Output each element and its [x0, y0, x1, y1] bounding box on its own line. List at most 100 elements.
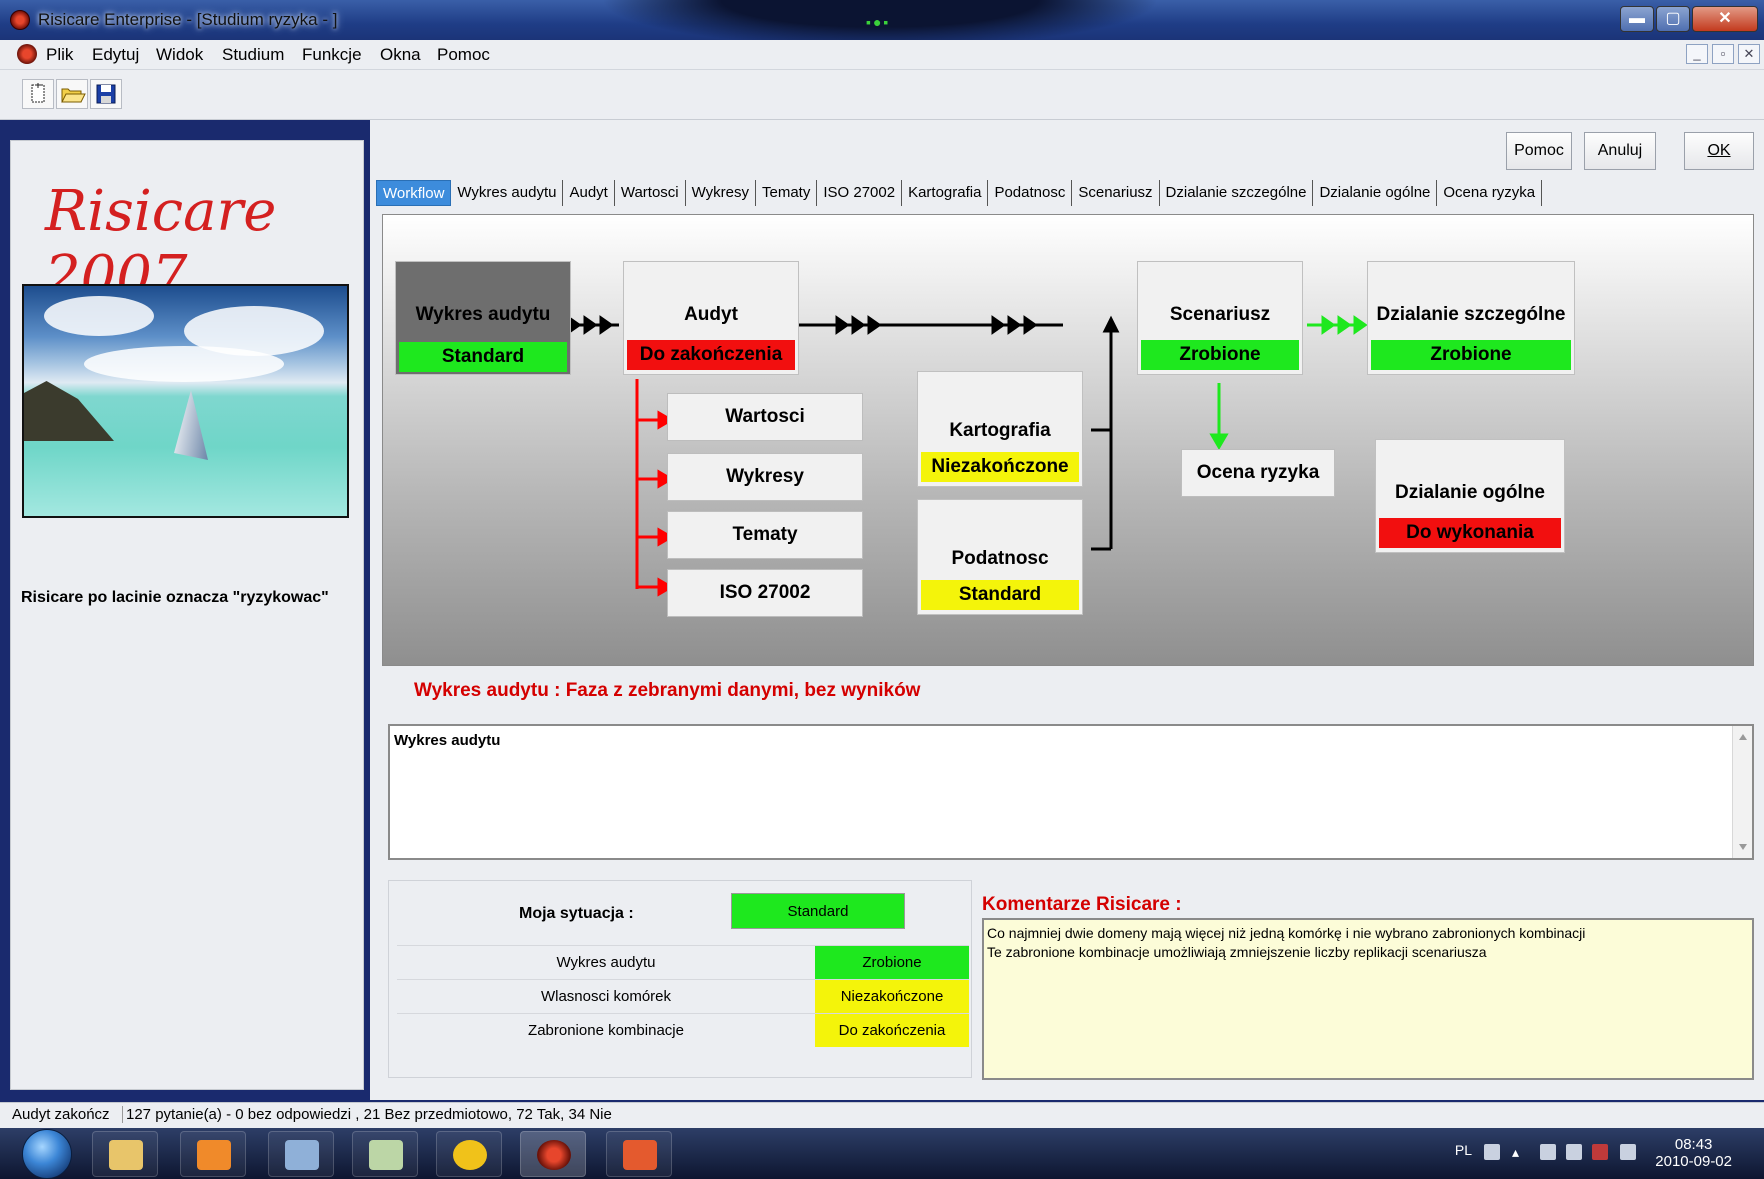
- document-icon[interactable]: [17, 44, 37, 64]
- taskbar-risicare[interactable]: [520, 1131, 586, 1177]
- comment-line: Te zabronione kombinacje umożliwiają zmn…: [987, 944, 1487, 960]
- taskbar-document-app[interactable]: [352, 1131, 418, 1177]
- system-tray: PL ▴ 08:43 2010-09-02: [1434, 1128, 1764, 1179]
- taskbar-network-app[interactable]: [268, 1131, 334, 1177]
- tab-audyt[interactable]: Audyt: [563, 180, 615, 206]
- situation-row-value: Zrobione: [815, 946, 969, 979]
- tab-podatnosc[interactable]: Podatnosc: [988, 180, 1073, 206]
- situation-value: Standard: [731, 893, 905, 929]
- clock[interactable]: 08:43 2010-09-02: [1655, 1136, 1732, 1170]
- signal-icon[interactable]: [1592, 1144, 1608, 1160]
- node-dzialanie-szczegolne[interactable]: Dzialanie szczególne Zrobione: [1367, 261, 1575, 375]
- mdi-minimize-button[interactable]: _: [1686, 44, 1708, 64]
- media-player-icon: [197, 1140, 231, 1170]
- window-title: Risicare Enterprise - [Studium ryzyka - …: [38, 10, 338, 29]
- show-hidden-icon[interactable]: ▴: [1512, 1144, 1528, 1160]
- menu-studium[interactable]: Studium: [222, 45, 284, 65]
- node-audyt[interactable]: Audyt Do zakończenia: [623, 261, 799, 375]
- tab-scenariusz[interactable]: Scenariusz: [1072, 180, 1160, 206]
- scroll-arrows-icon: [1739, 734, 1747, 850]
- minimize-button[interactable]: ▬: [1620, 6, 1654, 32]
- main-panel: Pomoc Anuluj OK Workflow Wykres audytu A…: [370, 120, 1764, 1100]
- tab-kartografia[interactable]: Kartografia: [902, 180, 989, 206]
- close-button[interactable]: ✕: [1692, 6, 1758, 32]
- status-right: 127 pytanie(a) - 0 bez odpowiedzi , 21 B…: [122, 1106, 612, 1123]
- node-kartografia-status: Niezakończone: [921, 452, 1079, 482]
- tab-tematy[interactable]: Tematy: [756, 180, 818, 206]
- left-panel: Risicare 2007 Risicare po lacinie oznacz…: [10, 140, 364, 1090]
- taskbar: PL ▴ 08:43 2010-09-02: [0, 1128, 1764, 1179]
- taskbar-presentation-app[interactable]: [606, 1131, 672, 1177]
- toolbar: [0, 70, 1764, 120]
- description-box[interactable]: Wykres audytu: [388, 724, 1754, 860]
- node-wykres-audytu[interactable]: Wykres audytu Standard: [395, 261, 571, 375]
- status-left: Audyt zakończ: [12, 1106, 110, 1123]
- language-indicator[interactable]: PL: [1455, 1142, 1472, 1158]
- flag-icon[interactable]: [1540, 1144, 1556, 1160]
- node-ocena-ryzyka[interactable]: Ocena ryzyka: [1181, 449, 1335, 497]
- tab-iso-27002[interactable]: ISO 27002: [817, 180, 903, 206]
- power-icon[interactable]: [1566, 1144, 1582, 1160]
- tab-wartosci[interactable]: Wartosci: [615, 180, 686, 206]
- clock-date: 2010-09-02: [1655, 1153, 1732, 1170]
- node-tematy[interactable]: Tematy: [667, 511, 863, 559]
- clock-time: 08:43: [1674, 1136, 1713, 1153]
- windsurfer-photo: [22, 284, 349, 518]
- keyboard-icon[interactable]: [1484, 1144, 1500, 1160]
- new-file-button[interactable]: [22, 79, 54, 109]
- node-podatnosc[interactable]: Podatnosc Standard: [917, 499, 1083, 615]
- tab-ocena-ryzyka[interactable]: Ocena ryzyka: [1437, 180, 1543, 206]
- brand-caption: Risicare po lacinie oznacza "ryzykowac": [21, 589, 329, 606]
- phase-title: Wykres audytu : Faza z zebranymi danymi,…: [414, 680, 921, 701]
- status-bar: Audyt zakończ 127 pytanie(a) - 0 bez odp…: [0, 1102, 1764, 1128]
- island-shape: [24, 381, 114, 441]
- risicare-icon: [537, 1140, 571, 1170]
- node-iso-27002[interactable]: ISO 27002: [667, 569, 863, 617]
- menu-okna[interactable]: Okna: [380, 45, 421, 65]
- node-wartosci[interactable]: Wartosci: [667, 393, 863, 441]
- node-scenariusz[interactable]: Scenariusz Zrobione: [1137, 261, 1303, 375]
- tab-wykresy[interactable]: Wykresy: [686, 180, 756, 206]
- situation-row-key: Wykres audytu: [556, 954, 656, 971]
- mdi-close-button[interactable]: ✕: [1738, 44, 1760, 64]
- situation-row-key: Zabronione kombinacje: [528, 1022, 684, 1039]
- menu-bar: Plik Edytuj Widok Studium Funkcje Okna P…: [0, 40, 1764, 70]
- volume-icon[interactable]: [1620, 1144, 1636, 1160]
- windows-start-icon[interactable]: [22, 1129, 72, 1179]
- workflow-diagram: Wykres audytu Standard Audyt Do zakończe…: [382, 214, 1754, 666]
- menu-funkcje[interactable]: Funkcje: [302, 45, 362, 65]
- menu-edytuj[interactable]: Edytuj: [92, 45, 139, 65]
- node-dzialanie-ogolne[interactable]: Dzialanie ogólne Do wykonania: [1375, 439, 1565, 553]
- taskbar-media-player[interactable]: [180, 1131, 246, 1177]
- node-kartografia[interactable]: Kartografia Niezakończone: [917, 371, 1083, 487]
- tab-wykres-audytu[interactable]: Wykres audytu: [451, 180, 564, 206]
- open-folder-button[interactable]: [56, 79, 88, 109]
- comment-line: Co najmniej dwie domeny mają więcej niż …: [987, 925, 1586, 941]
- tab-dzialanie-ogolne[interactable]: Dzialanie ogólne: [1313, 180, 1438, 206]
- save-button[interactable]: [90, 79, 122, 109]
- comments-title: Komentarze Risicare :: [982, 894, 1182, 915]
- description-scrollbar[interactable]: [1732, 726, 1752, 858]
- cloud-shape: [44, 296, 154, 336]
- maximize-button[interactable]: ▢: [1656, 6, 1690, 32]
- node-wykres-audytu-label: Wykres audytu: [415, 304, 551, 325]
- ok-button[interactable]: OK: [1684, 132, 1754, 170]
- title-bar: Risicare Enterprise - [Studium ryzyka - …: [0, 0, 1764, 48]
- new-file-icon: [31, 83, 45, 103]
- help-button[interactable]: Pomoc: [1506, 132, 1572, 170]
- taskbar-sync-app[interactable]: [436, 1131, 502, 1177]
- menu-plik[interactable]: Plik: [46, 45, 73, 65]
- taskbar-explorer[interactable]: [92, 1131, 158, 1177]
- node-kartografia-label: Kartografia: [949, 420, 1051, 441]
- node-wykres-audytu-status: Standard: [399, 342, 567, 372]
- tab-dzialanie-szczegolne[interactable]: Dzialanie szczególne: [1160, 180, 1314, 206]
- comments-box[interactable]: Co najmniej dwie domeny mają więcej niż …: [982, 918, 1754, 1080]
- menu-widok[interactable]: Widok: [156, 45, 203, 65]
- mdi-restore-button[interactable]: ▫: [1712, 44, 1734, 64]
- node-wykresy[interactable]: Wykresy: [667, 453, 863, 501]
- cancel-button[interactable]: Anuluj: [1584, 132, 1656, 170]
- menu-pomoc[interactable]: Pomoc: [437, 45, 490, 65]
- node-dzialanie-szczegolne-status: Zrobione: [1371, 340, 1571, 370]
- tab-workflow[interactable]: Workflow: [376, 180, 452, 206]
- node-dzialanie-ogolne-status: Do wykonania: [1379, 518, 1561, 548]
